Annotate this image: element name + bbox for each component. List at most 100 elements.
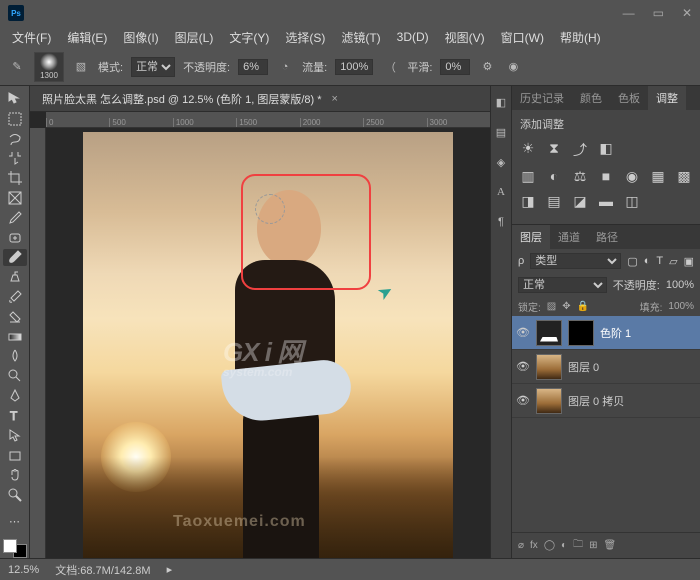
panel-icon-char[interactable]: A bbox=[491, 182, 511, 202]
link-layers-icon[interactable]: ⌀ bbox=[518, 540, 524, 551]
status-flyout-icon[interactable]: ▸ bbox=[167, 563, 173, 576]
pressure-opacity-icon[interactable]: ◔ bbox=[276, 58, 294, 76]
fill-value[interactable]: 100% bbox=[668, 301, 694, 312]
brush-preview[interactable]: 1300 bbox=[34, 52, 64, 82]
airbrush-icon[interactable]: （ bbox=[381, 58, 399, 76]
menu-edit[interactable]: 编辑(E) bbox=[61, 27, 113, 48]
document-tab[interactable]: 照片脸太黑 怎么调整.psd @ 12.5% (色阶 1, 图层蒙版/8) * … bbox=[30, 86, 490, 112]
panel-icon-libraries[interactable]: ◈ bbox=[491, 152, 511, 172]
adj-levels-icon[interactable]: ⧗ bbox=[546, 140, 562, 160]
close-button[interactable]: ✕ bbox=[682, 6, 692, 20]
color-swatches[interactable] bbox=[3, 539, 27, 558]
canvas[interactable]: ➤ GX i 网 system.com Taoxuemei.com bbox=[46, 128, 490, 558]
tool-preset-icon[interactable]: ✎ bbox=[8, 58, 26, 76]
layer-fx-icon[interactable]: fx bbox=[530, 540, 538, 551]
move-tool[interactable] bbox=[3, 90, 27, 108]
add-mask-icon[interactable]: ◯ bbox=[544, 540, 555, 551]
smooth-value[interactable]: 0% bbox=[440, 59, 470, 75]
panel-icon-color[interactable]: ◧ bbox=[491, 92, 511, 112]
menu-3d[interactable]: 3D(D) bbox=[391, 28, 435, 46]
adj-hue-icon[interactable]: ◐ bbox=[546, 168, 562, 185]
filter-pixel-icon[interactable]: ▢ bbox=[627, 255, 637, 268]
type-tool[interactable]: T bbox=[3, 407, 27, 425]
adj-vibrance-icon[interactable]: ▥ bbox=[520, 168, 536, 185]
eraser-tool[interactable] bbox=[3, 308, 27, 326]
filter-shape-icon[interactable]: ▱ bbox=[669, 255, 677, 268]
new-group-icon[interactable]: 🗀 bbox=[573, 537, 583, 554]
menu-window[interactable]: 窗口(W) bbox=[495, 27, 550, 48]
hand-tool[interactable] bbox=[3, 466, 27, 484]
menu-layer[interactable]: 图层(L) bbox=[169, 27, 220, 48]
adj-balance-icon[interactable]: ⚖ bbox=[572, 168, 588, 185]
filter-smart-icon[interactable]: ▣ bbox=[684, 255, 694, 268]
menu-filter[interactable]: 滤镜(T) bbox=[335, 27, 386, 48]
path-select-tool[interactable] bbox=[3, 427, 27, 445]
healing-brush-tool[interactable] bbox=[3, 229, 27, 247]
panel-icon-swatches[interactable]: ▤ bbox=[491, 122, 511, 142]
lock-all-icon[interactable]: 🔒 bbox=[577, 301, 589, 312]
brush-settings-icon[interactable]: ▧ bbox=[72, 58, 90, 76]
menu-type[interactable]: 文字(Y) bbox=[223, 27, 275, 48]
menu-select[interactable]: 选择(S) bbox=[279, 27, 331, 48]
pressure-size-icon[interactable]: ◉ bbox=[504, 58, 522, 76]
tab-color[interactable]: 颜色 bbox=[572, 86, 610, 110]
search-icon[interactable]: ρ bbox=[518, 255, 524, 267]
tab-paths[interactable]: 路径 bbox=[588, 225, 626, 249]
tab-adjustments[interactable]: 调整 bbox=[648, 86, 686, 110]
quick-select-tool[interactable] bbox=[3, 149, 27, 167]
edit-toolbar-icon[interactable]: ⋯ bbox=[3, 513, 27, 531]
layer-opacity-value[interactable]: 100% bbox=[666, 279, 694, 291]
pen-tool[interactable] bbox=[3, 387, 27, 405]
adj-brightness-icon[interactable]: ☀ bbox=[520, 140, 536, 160]
tab-close-icon[interactable]: × bbox=[332, 93, 338, 105]
opacity-value[interactable]: 6% bbox=[238, 59, 268, 75]
layer-row[interactable]: 👁 图层 0 拷贝 bbox=[512, 384, 700, 418]
crop-tool[interactable] bbox=[3, 169, 27, 187]
adj-gradmap-icon[interactable]: ▬ bbox=[598, 193, 614, 210]
layer-thumb-levels[interactable] bbox=[536, 320, 562, 346]
adj-threshold-icon[interactable]: ◪ bbox=[572, 193, 588, 210]
flow-value[interactable]: 100% bbox=[335, 59, 373, 75]
minimize-button[interactable]: — bbox=[623, 6, 635, 20]
tab-history[interactable]: 历史记录 bbox=[512, 86, 572, 110]
menu-file[interactable]: 文件(F) bbox=[6, 27, 57, 48]
delete-layer-icon[interactable]: 🗑 bbox=[603, 540, 616, 551]
layer-filter-select[interactable]: 类型 bbox=[530, 253, 621, 269]
zoom-tool[interactable] bbox=[3, 486, 27, 504]
new-adjustment-icon[interactable]: ◐ bbox=[561, 540, 567, 551]
layer-mask-thumb[interactable] bbox=[568, 320, 594, 346]
tab-swatch[interactable]: 色板 bbox=[610, 86, 648, 110]
dodge-tool[interactable] bbox=[3, 367, 27, 385]
adj-lookup-icon[interactable]: ▩ bbox=[676, 168, 692, 185]
adj-poster-icon[interactable]: ▤ bbox=[546, 193, 562, 210]
gradient-tool[interactable] bbox=[3, 328, 27, 346]
maximize-button[interactable]: ▭ bbox=[653, 6, 664, 20]
menu-image[interactable]: 图像(I) bbox=[117, 27, 164, 48]
eyedropper-tool[interactable] bbox=[3, 209, 27, 227]
layer-blend-select[interactable]: 正常 bbox=[518, 277, 607, 293]
layer-name[interactable]: 色阶 1 bbox=[600, 325, 631, 341]
panel-icon-para[interactable]: ¶ bbox=[491, 212, 511, 232]
history-brush-tool[interactable] bbox=[3, 288, 27, 306]
adj-invert-icon[interactable]: ◨ bbox=[520, 193, 536, 210]
adj-bw-icon[interactable]: ■ bbox=[598, 168, 614, 185]
menu-view[interactable]: 视图(V) bbox=[439, 27, 491, 48]
blend-mode-select[interactable]: 正常 bbox=[131, 57, 175, 77]
visibility-icon[interactable]: 👁 bbox=[516, 394, 530, 407]
adj-exposure-icon[interactable]: ◧ bbox=[598, 140, 614, 160]
lasso-tool[interactable] bbox=[3, 130, 27, 148]
tab-layers[interactable]: 图层 bbox=[512, 225, 550, 249]
layer-row[interactable]: 👁 图层 0 bbox=[512, 350, 700, 384]
layer-name[interactable]: 图层 0 拷贝 bbox=[568, 393, 624, 409]
new-layer-icon[interactable]: ⊞ bbox=[589, 540, 597, 551]
adj-mixer-icon[interactable]: ▦ bbox=[650, 168, 666, 185]
menu-help[interactable]: 帮助(H) bbox=[554, 27, 607, 48]
blur-tool[interactable] bbox=[3, 348, 27, 366]
layer-name[interactable]: 图层 0 bbox=[568, 359, 599, 375]
adj-photo-filter-icon[interactable]: ◉ bbox=[624, 168, 640, 185]
fg-color-swatch[interactable] bbox=[3, 539, 17, 553]
lock-position-icon[interactable]: ✥ bbox=[562, 301, 570, 312]
smooth-options-icon[interactable]: ⚙ bbox=[478, 58, 496, 76]
zoom-value[interactable]: 12.5% bbox=[8, 564, 39, 576]
rect-marquee-tool[interactable] bbox=[3, 110, 27, 128]
